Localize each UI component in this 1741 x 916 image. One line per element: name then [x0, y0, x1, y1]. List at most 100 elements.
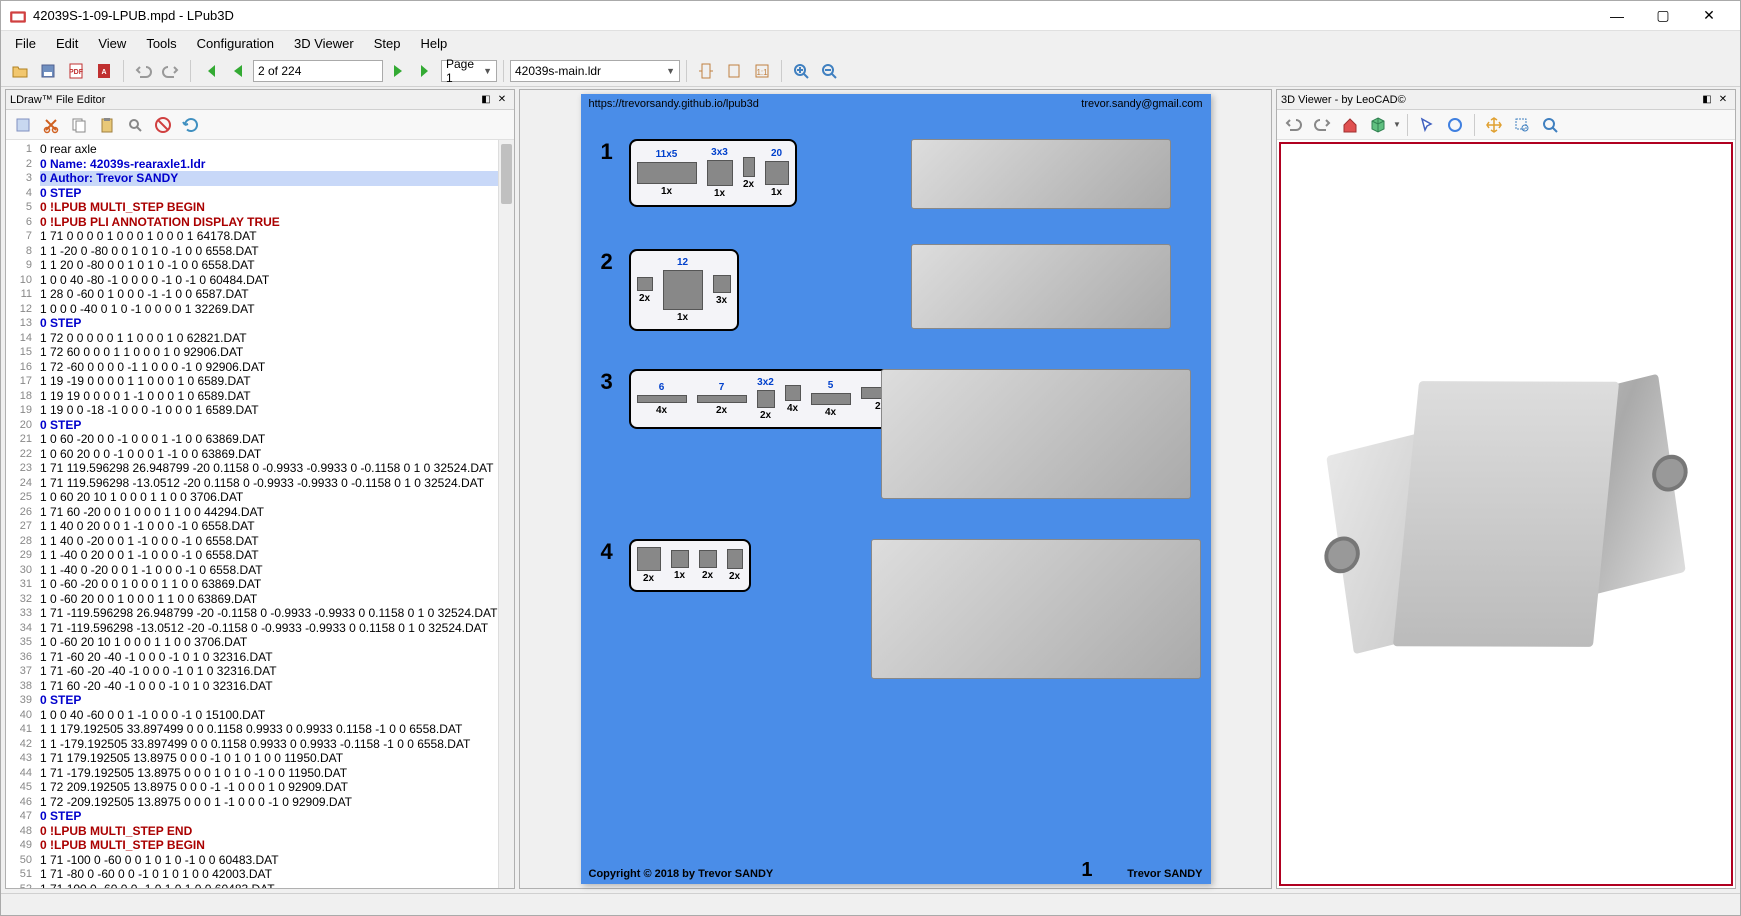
code-line[interactable]: 1 0 0 40 -80 -1 0 0 0 0 -1 0 -1 0 60484.…	[40, 273, 514, 288]
last-page-icon[interactable]	[413, 58, 439, 84]
code-line[interactable]: 1 72 -60 0 0 0 0 -1 1 0 0 0 -1 0 92906.D…	[40, 360, 514, 375]
edit-select-icon[interactable]	[10, 112, 36, 138]
code-line[interactable]: 1 71 -119.596298 -13.0512 -20 -0.1158 0 …	[40, 621, 514, 636]
find-icon[interactable]	[122, 112, 148, 138]
code-line[interactable]: 1 71 -100 0 -60 0 0 1 0 1 0 -1 0 0 60483…	[40, 853, 514, 868]
viewer-body[interactable]	[1279, 142, 1733, 886]
menu-file[interactable]: File	[5, 34, 46, 53]
code-line[interactable]: 1 19 -19 0 0 0 0 1 1 0 0 0 1 0 6589.DAT	[40, 374, 514, 389]
paste-icon[interactable]	[94, 112, 120, 138]
code-line[interactable]: 1 0 60 20 10 1 0 0 0 1 1 0 0 3706.DAT	[40, 490, 514, 505]
menu-step[interactable]: Step	[364, 34, 411, 53]
code-line[interactable]: 1 71 60 -20 -40 -1 0 0 0 -1 0 1 0 32316.…	[40, 679, 514, 694]
code-line[interactable]: 1 71 -179.192505 13.8975 0 0 0 1 0 1 0 -…	[40, 766, 514, 781]
code-line[interactable]: 1 71 -119.596298 26.948799 -20 -0.1158 0…	[40, 606, 514, 621]
viewer-pan-icon[interactable]	[1481, 112, 1507, 138]
redo-icon[interactable]	[158, 58, 184, 84]
code-line[interactable]: 0 STEP	[40, 418, 514, 433]
code-line[interactable]: 1 1 40 0 20 0 0 1 -1 0 0 0 -1 0 6558.DAT	[40, 519, 514, 534]
viewer-home-icon[interactable]	[1337, 112, 1363, 138]
code-line[interactable]: 1 72 209.192505 13.8975 0 0 0 -1 -1 0 0 …	[40, 780, 514, 795]
code-line[interactable]: 0 Author: Trevor SANDY	[40, 171, 514, 186]
viewer-zoom-extents-icon[interactable]	[1537, 112, 1563, 138]
zoom-in-icon[interactable]	[788, 58, 814, 84]
fit-page-icon[interactable]	[721, 58, 747, 84]
undo-icon[interactable]	[130, 58, 156, 84]
delete-icon[interactable]	[150, 112, 176, 138]
code-line[interactable]: 1 1 20 0 -80 0 0 1 0 1 0 -1 0 0 6558.DAT	[40, 258, 514, 273]
editor-close-icon[interactable]: ✕	[494, 92, 510, 108]
save-icon[interactable]	[35, 58, 61, 84]
code-line[interactable]: 1 71 119.596298 -13.0512 -20 0.1158 0 -0…	[40, 476, 514, 491]
menu-tools[interactable]: Tools	[136, 34, 186, 53]
menu-edit[interactable]: Edit	[46, 34, 88, 53]
code-line[interactable]: 1 1 -40 0 20 0 0 1 -1 0 0 0 -1 0 6558.DA…	[40, 548, 514, 563]
code-line[interactable]: 1 0 60 20 0 0 -1 0 0 0 1 -1 0 0 63869.DA…	[40, 447, 514, 462]
open-icon[interactable]	[7, 58, 33, 84]
viewer-close-icon[interactable]: ✕	[1715, 92, 1731, 108]
code-line[interactable]: 0 !LPUB MULTI_STEP BEGIN	[40, 200, 514, 215]
code-line[interactable]: 1 71 179.192505 13.8975 0 0 0 -1 0 1 0 1…	[40, 751, 514, 766]
code-line[interactable]: 0 STEP	[40, 316, 514, 331]
viewer-zoom-region-icon[interactable]	[1509, 112, 1535, 138]
code-line[interactable]: 1 28 0 -60 0 1 0 0 0 -1 -1 0 0 6587.DAT	[40, 287, 514, 302]
code-line[interactable]: 1 0 -60 -20 0 0 1 0 0 0 1 1 0 0 63869.DA…	[40, 577, 514, 592]
code-line[interactable]: 1 0 60 -20 0 0 -1 0 0 0 1 -1 0 0 63869.D…	[40, 432, 514, 447]
code-line[interactable]: 0 STEP	[40, 186, 514, 201]
code-line[interactable]: 0 Name: 42039s-rearaxle1.ldr	[40, 157, 514, 172]
code-line[interactable]: 1 0 -60 20 0 0 1 0 0 0 1 1 0 0 63869.DAT	[40, 592, 514, 607]
code-line[interactable]: 1 72 60 0 0 0 1 1 0 0 0 1 0 92906.DAT	[40, 345, 514, 360]
minimize-button[interactable]: —	[1594, 2, 1640, 30]
preview-body[interactable]: https://trevorsandy.github.io/lpub3d tre…	[520, 90, 1271, 888]
file-combo[interactable]: 42039s-main.ldr▼	[510, 60, 680, 82]
code-line[interactable]: 1 72 0 0 0 0 0 1 1 0 0 0 1 0 62821.DAT	[40, 331, 514, 346]
menu-3dviewer[interactable]: 3D Viewer	[284, 34, 364, 53]
editor-body[interactable]: 1234567891011121314151617181920212223242…	[6, 140, 514, 888]
code-line[interactable]: 0 !LPUB PLI ANNOTATION DISPLAY TRUE	[40, 215, 514, 230]
menu-help[interactable]: Help	[410, 34, 457, 53]
code-line[interactable]: 0 !LPUB MULTI_STEP END	[40, 824, 514, 839]
copy-icon[interactable]	[66, 112, 92, 138]
menu-view[interactable]: View	[88, 34, 136, 53]
code-line[interactable]: 1 71 -60 -20 -40 -1 0 0 0 -1 0 1 0 32316…	[40, 664, 514, 679]
code-line[interactable]: 1 1 -20 0 -80 0 0 1 0 1 0 -1 0 0 6558.DA…	[40, 244, 514, 259]
prev-page-icon[interactable]	[225, 58, 251, 84]
actual-size-icon[interactable]: 1:1	[749, 58, 775, 84]
code-line[interactable]: 1 71 60 -20 0 0 1 0 0 0 1 1 0 0 44294.DA…	[40, 505, 514, 520]
code-line[interactable]: 1 72 -209.192505 13.8975 0 0 0 1 -1 0 0 …	[40, 795, 514, 810]
viewer-float-icon[interactable]: ◧	[1699, 92, 1715, 108]
code-line[interactable]: 0 !LPUB MULTI_STEP BEGIN	[40, 838, 514, 853]
code-line[interactable]: 0 rear axle	[40, 142, 514, 157]
maximize-button[interactable]: ▢	[1640, 2, 1686, 30]
menu-configuration[interactable]: Configuration	[187, 34, 284, 53]
next-page-icon[interactable]	[385, 58, 411, 84]
code-line[interactable]: 1 1 -179.192505 33.897499 0 0 0.1158 0.9…	[40, 737, 514, 752]
code-line[interactable]: 1 71 119.596298 26.948799 -20 0.1158 0 -…	[40, 461, 514, 476]
viewer-undo-icon[interactable]	[1281, 112, 1307, 138]
pdf-icon[interactable]: PDF	[63, 58, 89, 84]
close-button[interactable]: ✕	[1686, 2, 1732, 30]
code-line[interactable]: 1 71 -60 20 -40 -1 0 0 0 -1 0 1 0 32316.…	[40, 650, 514, 665]
code-line[interactable]: 1 1 -40 0 -20 0 0 1 -1 0 0 0 -1 0 6558.D…	[40, 563, 514, 578]
code-line[interactable]: 1 71 100 0 -60 0 0 -1 0 1 0 1 0 0 60483.…	[40, 882, 514, 889]
code-line[interactable]: 1 0 0 0 -40 0 1 0 -1 0 0 0 0 1 32269.DAT	[40, 302, 514, 317]
editor-float-icon[interactable]: ◧	[478, 92, 494, 108]
code-line[interactable]: 1 1 40 0 -20 0 0 1 -1 0 0 0 -1 0 6558.DA…	[40, 534, 514, 549]
refresh-icon[interactable]	[178, 112, 204, 138]
page-combo[interactable]: Page 1▼	[441, 60, 497, 82]
first-page-icon[interactable]	[197, 58, 223, 84]
code-line[interactable]: 0 STEP	[40, 809, 514, 824]
editor-scrollbar[interactable]	[498, 140, 514, 888]
zoom-out-icon[interactable]	[816, 58, 842, 84]
code-line[interactable]: 1 71 0 0 0 0 1 0 0 0 1 0 0 0 1 64178.DAT	[40, 229, 514, 244]
viewer-rotate-icon[interactable]	[1442, 112, 1468, 138]
cut-icon[interactable]	[38, 112, 64, 138]
fit-width-icon[interactable]	[693, 58, 719, 84]
code-line[interactable]: 1 71 -80 0 -60 0 0 -1 0 1 0 1 0 0 42003.…	[40, 867, 514, 882]
viewer-redo-icon[interactable]	[1309, 112, 1335, 138]
viewer-cube-icon[interactable]	[1365, 112, 1391, 138]
code-line[interactable]: 1 0 -60 20 10 1 0 0 0 1 1 0 0 3706.DAT	[40, 635, 514, 650]
code-line[interactable]: 1 0 0 40 -60 0 0 1 -1 0 0 0 -1 0 15100.D…	[40, 708, 514, 723]
pdf2-icon[interactable]: A	[91, 58, 117, 84]
viewer-select-icon[interactable]	[1414, 112, 1440, 138]
